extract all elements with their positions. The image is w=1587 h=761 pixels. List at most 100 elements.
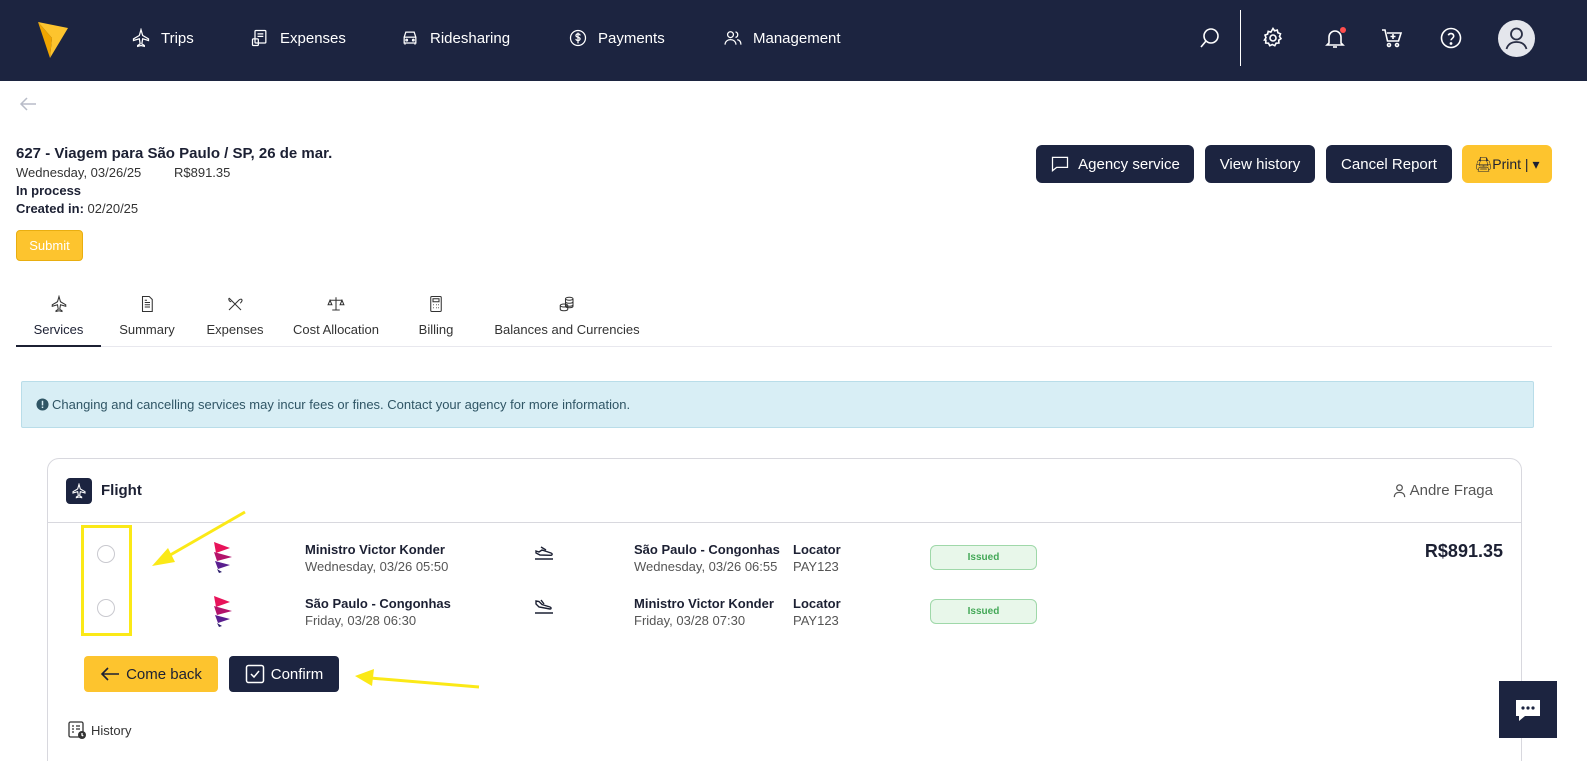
confirm-label: Confirm: [270, 665, 324, 683]
plane-icon: [132, 28, 150, 48]
info-alert-text: Changing and cancelling services may inc…: [52, 397, 631, 412]
agency-service-button[interactable]: Agency service: [1036, 145, 1194, 183]
app-logo[interactable]: [36, 18, 70, 60]
nav-expenses-label: Expenses: [280, 29, 346, 47]
top-navigation-bar: Trips Expenses Ridesharing Payments Mana…: [0, 0, 1587, 81]
coins-icon: [559, 296, 574, 312]
cancel-report-button[interactable]: Cancel Report: [1326, 145, 1452, 183]
flight-card-title: Flight: [101, 482, 142, 499]
traveler-name-text: Andre Fraga: [1409, 482, 1493, 499]
tab-services-label: Services: [33, 322, 84, 337]
agency-service-label: Agency service: [1078, 155, 1180, 173]
info-alert: Changing and cancelling services may inc…: [21, 381, 1534, 428]
segment-destination: São Paulo - Congonhas: [634, 542, 780, 557]
arrow-left-icon: [100, 667, 120, 681]
scale-icon: [327, 297, 345, 311]
tab-billing-label: Billing: [418, 322, 454, 337]
flight-segment-row: Ministro Victor Konder Wednesday, 03/26 …: [48, 535, 1521, 585]
report-date: Wednesday, 03/26/25: [16, 165, 142, 180]
segment-departure: Friday, 03/28 06:30: [305, 613, 417, 628]
plane-icon: [72, 483, 86, 499]
history-list-icon: [68, 721, 86, 739]
print-dropdown-button[interactable]: 🖨Print | ▾: [1462, 145, 1552, 183]
chat-bubble-icon: [1516, 699, 1540, 721]
document-icon: [141, 295, 153, 313]
status-badge: Issued: [930, 545, 1037, 570]
tab-summary[interactable]: Summary: [112, 290, 182, 347]
chat-bubble-icon: [1052, 156, 1069, 172]
come-back-label: Come back: [126, 665, 202, 683]
nav-management[interactable]: Management: [723, 26, 841, 50]
airline-logo-icon: [214, 596, 232, 627]
report-amount: R$891.35: [174, 165, 231, 180]
report-status: In process: [16, 183, 82, 198]
person-icon: [1393, 484, 1405, 498]
segment-origin: São Paulo - Congonhas: [305, 596, 451, 611]
plane-takeoff-icon: [535, 546, 553, 560]
nav-payments-label: Payments: [598, 29, 665, 47]
info-circle-icon: [36, 398, 49, 411]
nav-management-label: Management: [753, 29, 841, 47]
nav-payments[interactable]: Payments: [568, 26, 665, 50]
user-avatar[interactable]: [1498, 20, 1535, 57]
report-created: Created in: 02/20/25: [16, 201, 138, 216]
created-value: 02/20/25: [87, 201, 139, 216]
search-icon[interactable]: [1198, 26, 1222, 50]
cart-icon[interactable]: [1380, 26, 1404, 50]
receipt-icon: [251, 29, 267, 47]
chat-support-button[interactable]: [1499, 681, 1557, 738]
tab-balances-currencies[interactable]: Balances and Currencies: [489, 290, 645, 347]
created-label: Created in:: [16, 201, 84, 216]
history-link[interactable]: History: [67, 720, 131, 740]
plane-icon: [51, 295, 66, 313]
locator-value: PAY123: [793, 613, 839, 628]
gear-icon[interactable]: [1261, 26, 1285, 50]
tab-expenses-label: Expenses: [206, 322, 264, 337]
back-arrow-icon[interactable]: [18, 94, 38, 114]
flight-card: Flight Andre Fraga Ministro Victor Konde…: [47, 458, 1522, 761]
nav-trips-label: Trips: [161, 29, 194, 47]
tab-billing[interactable]: Billing: [413, 290, 459, 347]
calculator-icon: [430, 295, 442, 313]
avatar-icon: [1505, 27, 1528, 50]
locator-value: PAY123: [793, 559, 839, 574]
users-icon: [724, 31, 742, 45]
segment-departure: Wednesday, 03/26 05:50: [305, 559, 449, 574]
segment-arrival: Wednesday, 03/26 06:55: [634, 559, 778, 574]
notification-dot: [1340, 27, 1346, 33]
topbar-divider: [1240, 10, 1241, 66]
tab-services[interactable]: Services: [16, 290, 101, 347]
nav-ridesharing-label: Ridesharing: [430, 29, 511, 47]
flight-segment-row: São Paulo - Congonhas Friday, 03/28 06:3…: [48, 589, 1521, 639]
plane-landing-icon: [535, 599, 553, 614]
tab-cost-allocation[interactable]: Cost Allocation: [284, 290, 388, 347]
view-history-button[interactable]: View history: [1205, 145, 1315, 183]
utensils-icon: [228, 297, 243, 311]
report-tabs: Services Summary Expenses Cost Allocatio…: [16, 290, 1552, 347]
flight-badge: [66, 478, 92, 504]
dollar-circle-icon: [569, 29, 587, 47]
tab-cost-allocation-label: Cost Allocation: [293, 322, 379, 337]
help-icon[interactable]: [1439, 26, 1463, 50]
status-badge: Issued: [930, 599, 1037, 624]
segment-select-radio[interactable]: [97, 599, 115, 617]
tab-balances-currencies-label: Balances and Currencies: [494, 322, 640, 337]
tab-summary-label: Summary: [119, 322, 175, 337]
tab-expenses[interactable]: Expenses: [202, 290, 268, 347]
nav-ridesharing[interactable]: Ridesharing: [400, 26, 510, 50]
history-label: History: [91, 722, 132, 738]
locator-label: Locator: [793, 596, 841, 611]
checkbox-check-icon: [245, 664, 264, 684]
flight-card-header: Flight Andre Fraga: [48, 459, 1521, 523]
submit-button[interactable]: Submit: [16, 230, 83, 261]
confirm-button[interactable]: Confirm: [229, 656, 339, 692]
come-back-button[interactable]: Come back: [84, 656, 218, 692]
nav-trips[interactable]: Trips: [131, 26, 194, 50]
locator-label: Locator: [793, 542, 841, 557]
nav-expenses[interactable]: Expenses: [250, 26, 346, 50]
segment-destination: Ministro Victor Konder: [634, 596, 774, 611]
segment-select-radio[interactable]: [97, 545, 115, 563]
flight-total-price: R$891.35: [1424, 541, 1503, 561]
segment-origin: Ministro Victor Konder: [305, 542, 445, 557]
report-title: 627 - Viagem para São Paulo / SP, 26 de …: [16, 145, 333, 162]
